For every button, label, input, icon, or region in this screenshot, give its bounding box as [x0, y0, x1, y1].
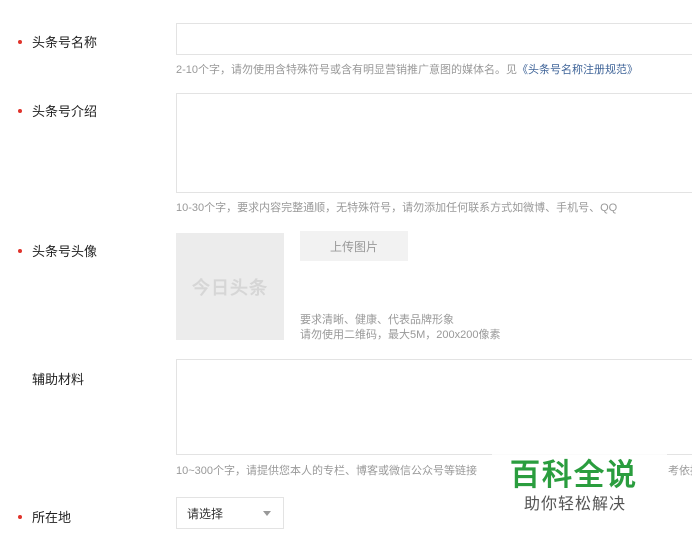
toutiao-logo-placeholder: 今日头条	[192, 277, 268, 298]
name-hint: 2-10个字，请勿使用含特殊符号或含有明显营销推广意图的媒体名。见《头条号名称注…	[176, 61, 638, 77]
watermark-subtitle: 助你轻松解决	[524, 496, 627, 513]
required-dot	[18, 515, 22, 519]
avatar-label: 头条号头像	[32, 244, 98, 259]
name-label: 头条号名称	[32, 35, 98, 50]
materials-label: 辅助材料	[32, 372, 85, 387]
intro-textarea[interactable]	[176, 93, 692, 193]
location-label: 所在地	[32, 510, 72, 525]
upload-image-button[interactable]: 上传图片	[300, 231, 408, 261]
location-selected-value: 请选择	[187, 506, 224, 521]
avatar-preview: 今日头条	[176, 233, 284, 340]
watermark: 百科全说 助你轻松解决	[492, 444, 667, 519]
intro-label: 头条号介绍	[32, 104, 98, 119]
name-hint-text: 2-10个字，请勿使用含特殊符号或含有明显营销推广意图的媒体名。见	[176, 64, 518, 76]
chevron-down-icon	[263, 511, 271, 516]
avatar-requirement-2: 请勿使用二维码，最大5M，200x200像素	[300, 329, 501, 341]
name-rules-link[interactable]: 《头条号名称注册规范》	[517, 64, 638, 76]
location-select[interactable]: 请选择	[176, 497, 284, 529]
intro-hint: 10-30个字，要求内容完整通顺，无特殊符号，请勿添加任何联系方式如微博、手机号…	[176, 202, 618, 214]
materials-hint: 10~300个字，请提供您本人的专栏、博客或微信公众号等链接	[176, 465, 478, 477]
avatar-requirement-1: 要求清晰、健康、代表品牌形象	[300, 314, 454, 326]
required-dot	[18, 249, 22, 253]
materials-hint-tail: 考依据	[668, 465, 692, 477]
required-dot	[18, 109, 22, 113]
watermark-title: 百科全说	[510, 459, 638, 492]
name-input[interactable]	[176, 23, 692, 55]
required-dot	[18, 40, 22, 44]
materials-textarea[interactable]	[176, 359, 692, 455]
